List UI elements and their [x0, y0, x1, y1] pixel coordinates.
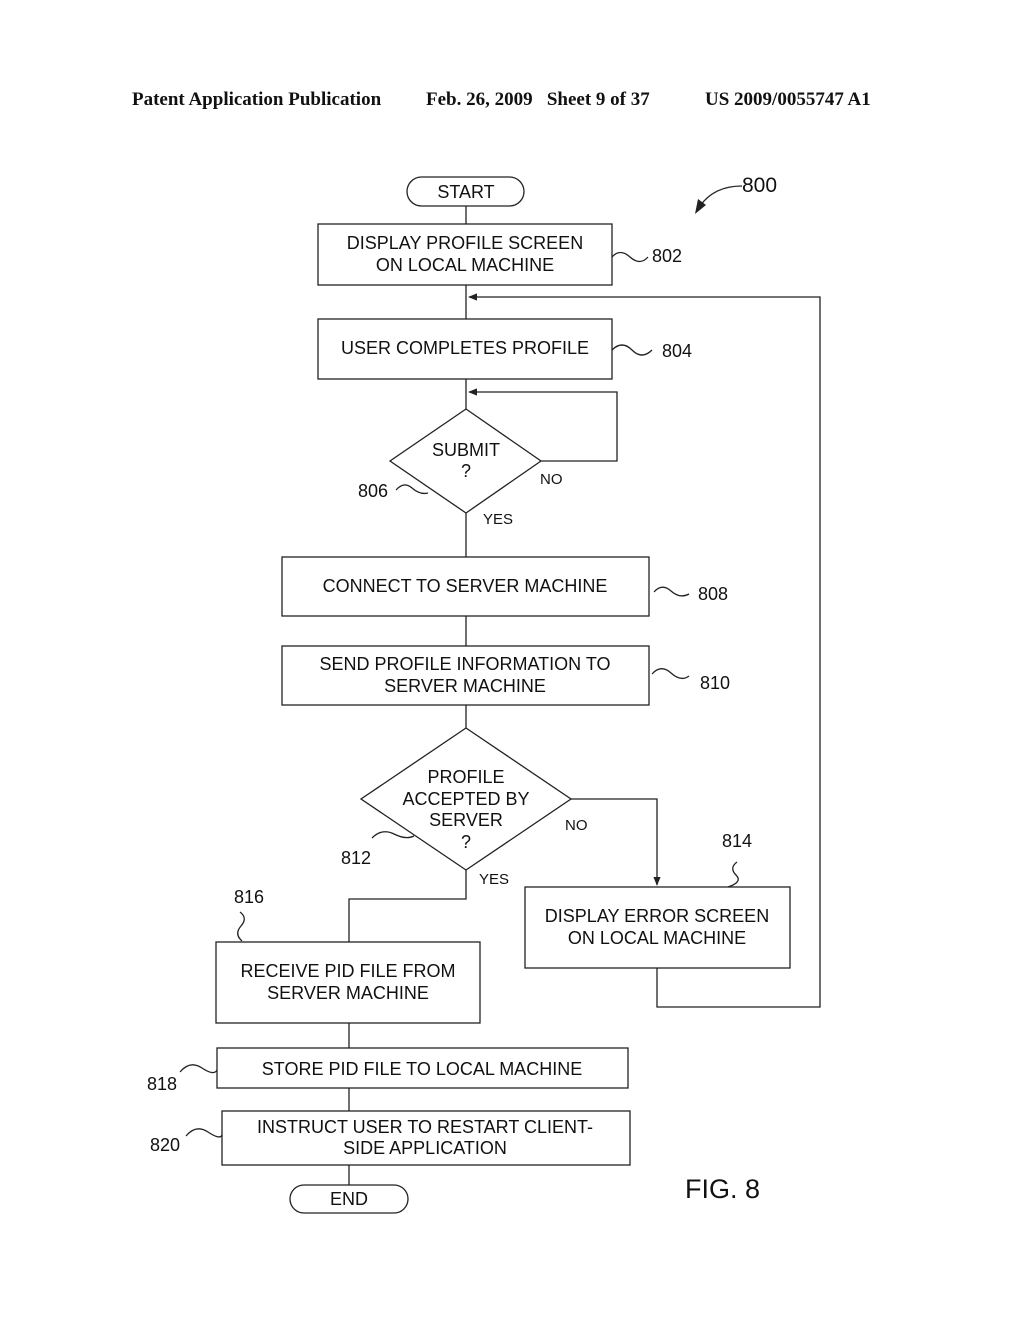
decision-806-line-1: SUBMIT	[432, 440, 500, 460]
ref-818: 818	[147, 1074, 177, 1094]
decision-812: PROFILE ACCEPTED BY SERVER ? NO YES 812	[341, 727, 588, 888]
ref-leader-812	[371, 831, 415, 839]
flowchart-diagram: START DISPLAY PROFILE SCREEN ON LOCAL MA…	[147, 174, 821, 1214]
start-label: START	[437, 182, 494, 202]
decision-812-line-1: PROFILE	[427, 767, 504, 787]
ref-leader-818	[179, 1064, 218, 1074]
decision-812-line-2: ACCEPTED BY	[402, 789, 529, 809]
step-802: DISPLAY PROFILE SCREEN ON LOCAL MACHINE …	[317, 223, 682, 286]
ref-808: 808	[698, 584, 728, 604]
ref-806: 806	[358, 481, 388, 501]
ref-leader-810	[651, 668, 690, 680]
step-808: CONNECT TO SERVER MACHINE 808	[281, 556, 728, 617]
ref-812: 812	[341, 848, 371, 868]
step-814-line-1: DISPLAY ERROR SCREEN	[545, 906, 769, 926]
ref-802: 802	[652, 246, 682, 266]
ref-leader-808	[653, 586, 690, 597]
decision-812-yes-label: YES	[479, 871, 509, 888]
ref-leader-816	[237, 911, 245, 942]
step-810: SEND PROFILE INFORMATION TO SERVER MACHI…	[281, 645, 730, 706]
ref-820: 820	[150, 1135, 180, 1155]
ref-810: 810	[700, 673, 730, 693]
decision-812-line-3: SERVER	[429, 810, 503, 830]
figure-ref-800: 800	[695, 174, 777, 214]
start-terminal: START	[406, 176, 525, 207]
figure-label: FIG. 8	[685, 1174, 760, 1204]
ref-leader-820	[185, 1128, 223, 1138]
step-804: USER COMPLETES PROFILE 804	[317, 318, 692, 380]
decision-806-no-label: NO	[540, 471, 563, 488]
end-terminal: END	[289, 1184, 409, 1214]
ref-leader-806	[395, 484, 429, 495]
step-816-line-1: RECEIVE PID FILE FROM	[240, 961, 455, 981]
step-816-line-2: SERVER MACHINE	[267, 983, 429, 1003]
decision-806: SUBMIT ? NO YES 806	[358, 408, 563, 528]
ref-leader-804	[611, 344, 653, 356]
ref-804: 804	[662, 341, 692, 361]
step-810-line-2: SERVER MACHINE	[384, 676, 546, 696]
edge-812-yes-816	[348, 870, 467, 942]
decision-812-no-label: NO	[565, 817, 588, 834]
step-820-line-1: INSTRUCT USER TO RESTART CLIENT-	[257, 1117, 593, 1137]
edge-812-no-814	[571, 798, 661, 886]
ref-arrow-800	[699, 185, 743, 207]
step-808-line-1: CONNECT TO SERVER MACHINE	[323, 576, 608, 596]
step-804-line-1: USER COMPLETES PROFILE	[341, 338, 589, 358]
ref-leader-802	[611, 251, 649, 263]
step-816: RECEIVE PID FILE FROM SERVER MACHINE 816	[215, 887, 481, 1024]
ref-leader-814	[727, 861, 739, 888]
step-818: STORE PID FILE TO LOCAL MACHINE 818	[147, 1047, 629, 1094]
step-820: INSTRUCT USER TO RESTART CLIENT- SIDE AP…	[150, 1110, 631, 1166]
decision-812-line-4: ?	[461, 832, 471, 852]
step-818-line-1: STORE PID FILE TO LOCAL MACHINE	[262, 1059, 582, 1079]
end-label: END	[330, 1189, 368, 1209]
step-820-line-2: SIDE APPLICATION	[343, 1138, 507, 1158]
ref-814: 814	[722, 831, 752, 851]
step-810-line-1: SEND PROFILE INFORMATION TO	[319, 654, 610, 674]
decision-806-line-2: ?	[461, 461, 471, 481]
ref-816: 816	[234, 887, 264, 907]
ref-800: 800	[742, 174, 777, 197]
step-802-line-2: ON LOCAL MACHINE	[376, 255, 554, 275]
decision-806-yes-label: YES	[483, 511, 513, 528]
step-802-line-1: DISPLAY PROFILE SCREEN	[347, 233, 583, 253]
step-814-line-2: ON LOCAL MACHINE	[568, 928, 746, 948]
